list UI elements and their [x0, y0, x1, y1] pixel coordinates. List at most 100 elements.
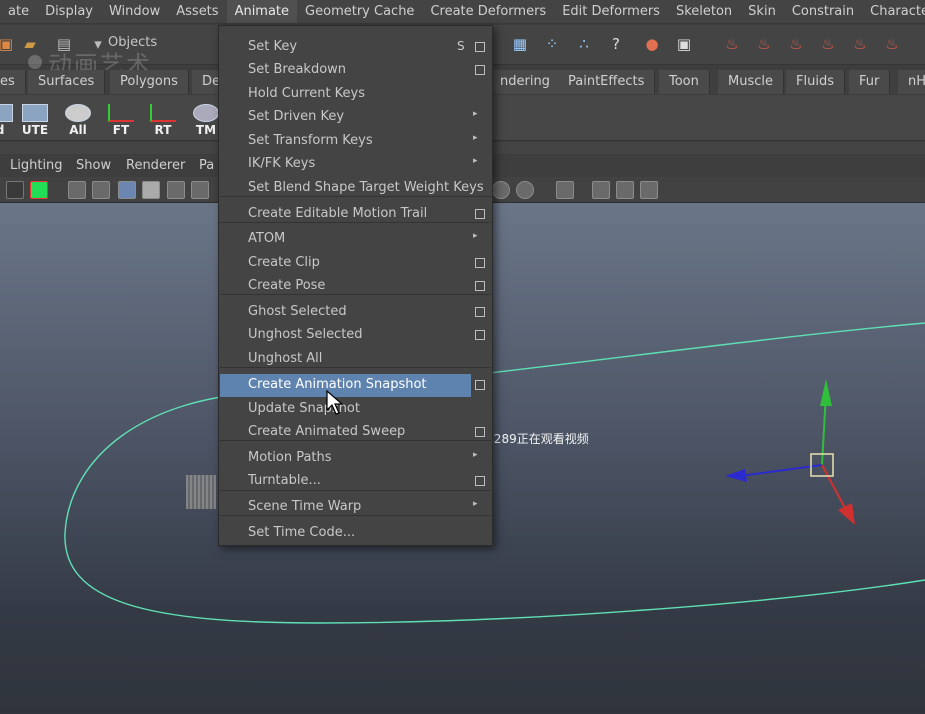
shelf-button-ute[interactable]: UTE	[17, 99, 53, 137]
menu-item-label: Hold Current Keys	[248, 86, 366, 101]
xray-icon[interactable]	[167, 181, 185, 199]
tab-rendering[interactable]: ndering	[490, 70, 561, 94]
wireframe-icon[interactable]	[68, 181, 86, 199]
camera-bookmark-icon[interactable]	[30, 181, 48, 199]
sphere-icon	[193, 104, 219, 122]
panel-menu-lighting[interactable]: Lighting	[10, 158, 63, 173]
menu-item-label: Motion Paths	[248, 450, 332, 465]
shelf-button-label: d	[0, 123, 4, 137]
snap-point-icon[interactable]: ∴	[572, 32, 596, 56]
tab-toon[interactable]: Toon	[659, 70, 710, 94]
menu-item-create-clip[interactable]: Create Clip	[219, 252, 492, 275]
menu-animate[interactable]: Animate	[226, 0, 298, 23]
menu-separator	[220, 294, 491, 295]
option-box-icon[interactable]	[475, 281, 485, 291]
menu-constrain[interactable]: Constrain	[784, 0, 862, 23]
shelf-button-label: UTE	[21, 123, 49, 137]
menu-item-update-snapshot[interactable]: Update Snapshot	[219, 398, 492, 421]
animate-menu: Set Key S Set Breakdown Hold Current Keys Se…	[218, 25, 493, 546]
magnet-settings-icon[interactable]: ♨	[880, 32, 904, 56]
option-box-icon[interactable]	[475, 209, 485, 219]
new-scene-icon[interactable]: ▣	[0, 32, 18, 56]
menu-item-label: Unghost All	[248, 351, 323, 366]
option-box-icon[interactable]	[475, 476, 485, 486]
textured-icon[interactable]	[142, 181, 160, 199]
open-folder-icon[interactable]: ▰	[18, 32, 42, 56]
hypershade-icon[interactable]: ♨	[816, 32, 840, 56]
axis-x-arrow	[838, 503, 855, 525]
menu-item-label: Ghost Selected	[248, 304, 347, 319]
menu-item-set-transform-keys[interactable]: Set Transform Keys ▸	[219, 130, 492, 153]
panel-menu-panels[interactable]: Pa	[199, 158, 214, 173]
isolate-select-icon[interactable]	[556, 181, 574, 199]
shelf-button-label: RT	[154, 123, 172, 137]
multi-cube-icon[interactable]	[616, 181, 634, 199]
menu-create-deformers[interactable]: Create Deformers	[422, 0, 554, 23]
menu-item-set-breakdown[interactable]: Set Breakdown	[219, 59, 492, 82]
menu-ate[interactable]: ate	[0, 0, 37, 23]
film-gate-icon[interactable]	[92, 181, 110, 199]
render-settings-icon[interactable]: ♨	[784, 32, 808, 56]
menu-character[interactable]: Character	[862, 0, 925, 23]
lock-icon[interactable]: ●	[640, 32, 664, 56]
option-box-icon[interactable]	[475, 65, 485, 75]
tab-nhair[interactable]: nH	[898, 70, 925, 94]
menu-display[interactable]: Display	[37, 0, 101, 23]
menu-edit-deformers[interactable]: Edit Deformers	[554, 0, 668, 23]
tab-fluids[interactable]: Fluids	[786, 70, 845, 94]
menu-skin[interactable]: Skin	[740, 0, 784, 23]
menu-item-unghost-selected[interactable]: Unghost Selected	[219, 324, 492, 347]
shadows-icon[interactable]	[492, 181, 510, 199]
tab-shelf-0[interactable]: es	[0, 70, 26, 94]
cube-icon[interactable]	[592, 181, 610, 199]
lighting-icon[interactable]	[191, 181, 209, 199]
help-icon[interactable]: ?	[604, 32, 628, 56]
tab-fur[interactable]: Fur	[849, 70, 891, 94]
menu-item-set-driven-key[interactable]: Set Driven Key ▸	[219, 106, 492, 129]
option-box-icon[interactable]	[475, 427, 485, 437]
tab-polygons[interactable]: Polygons	[110, 70, 189, 94]
menu-item-ghost-selected[interactable]: Ghost Selected	[219, 301, 492, 324]
snap-curve-icon[interactable]: ⁘	[540, 32, 564, 56]
camera-select-icon[interactable]	[6, 181, 24, 199]
tab-painteffects[interactable]: PaintEffects	[558, 70, 656, 94]
share-icon[interactable]	[640, 181, 658, 199]
render-icon[interactable]: ♨	[720, 32, 744, 56]
shelf-button-rt[interactable]: RT	[145, 99, 181, 137]
snap-grid-icon[interactable]: ▦	[508, 32, 532, 56]
option-box-icon[interactable]	[475, 258, 485, 268]
menu-separator	[220, 440, 491, 441]
submenu-arrow-icon: ▸	[473, 499, 478, 509]
menu-item-atom[interactable]: ATOM ▸	[219, 228, 492, 251]
option-box-icon[interactable]	[475, 307, 485, 317]
option-box-icon[interactable]	[475, 380, 485, 390]
tab-muscle[interactable]: Muscle	[718, 70, 784, 94]
ipr-render-icon[interactable]: ♨	[752, 32, 776, 56]
shelf-button-0[interactable]: d	[0, 99, 18, 137]
shelf-button-ft[interactable]: FT	[103, 99, 139, 137]
menu-item-motion-paths[interactable]: Motion Paths ▸	[219, 447, 492, 470]
menu-skeleton[interactable]: Skeleton	[668, 0, 740, 23]
shelf-button-all[interactable]: All	[60, 99, 96, 137]
menu-geometry-cache[interactable]: Geometry Cache	[297, 0, 422, 23]
axis-z-line	[739, 464, 823, 477]
menu-item-set-time-code[interactable]: Set Time Code...	[219, 522, 492, 545]
magnet-icon[interactable]: ♨	[848, 32, 872, 56]
option-box-icon[interactable]	[475, 42, 485, 52]
menu-item-label: Create Animated Sweep	[248, 424, 406, 439]
tab-surfaces[interactable]: Surfaces	[28, 70, 106, 94]
menu-assets[interactable]: Assets	[168, 0, 226, 23]
shaded-icon[interactable]	[118, 181, 136, 199]
menu-window[interactable]: Window	[101, 0, 168, 23]
shelf-button-icon	[0, 104, 13, 122]
menu-item-create-animation-snapshot[interactable]: Create Animation Snapshot	[220, 374, 485, 397]
panel-menu-show[interactable]: Show	[76, 158, 111, 173]
menu-item-hold-current-keys[interactable]: Hold Current Keys	[219, 83, 492, 106]
render-view-icon[interactable]: ▣	[672, 32, 696, 56]
snapshot-object[interactable]	[186, 475, 216, 509]
menu-item-ik-fk-keys[interactable]: IK/FK Keys ▸	[219, 153, 492, 176]
menu-item-set-key[interactable]: Set Key S	[219, 36, 492, 59]
option-box-icon[interactable]	[475, 330, 485, 340]
panel-menu-renderer[interactable]: Renderer	[126, 158, 185, 173]
ao-icon[interactable]	[516, 181, 534, 199]
